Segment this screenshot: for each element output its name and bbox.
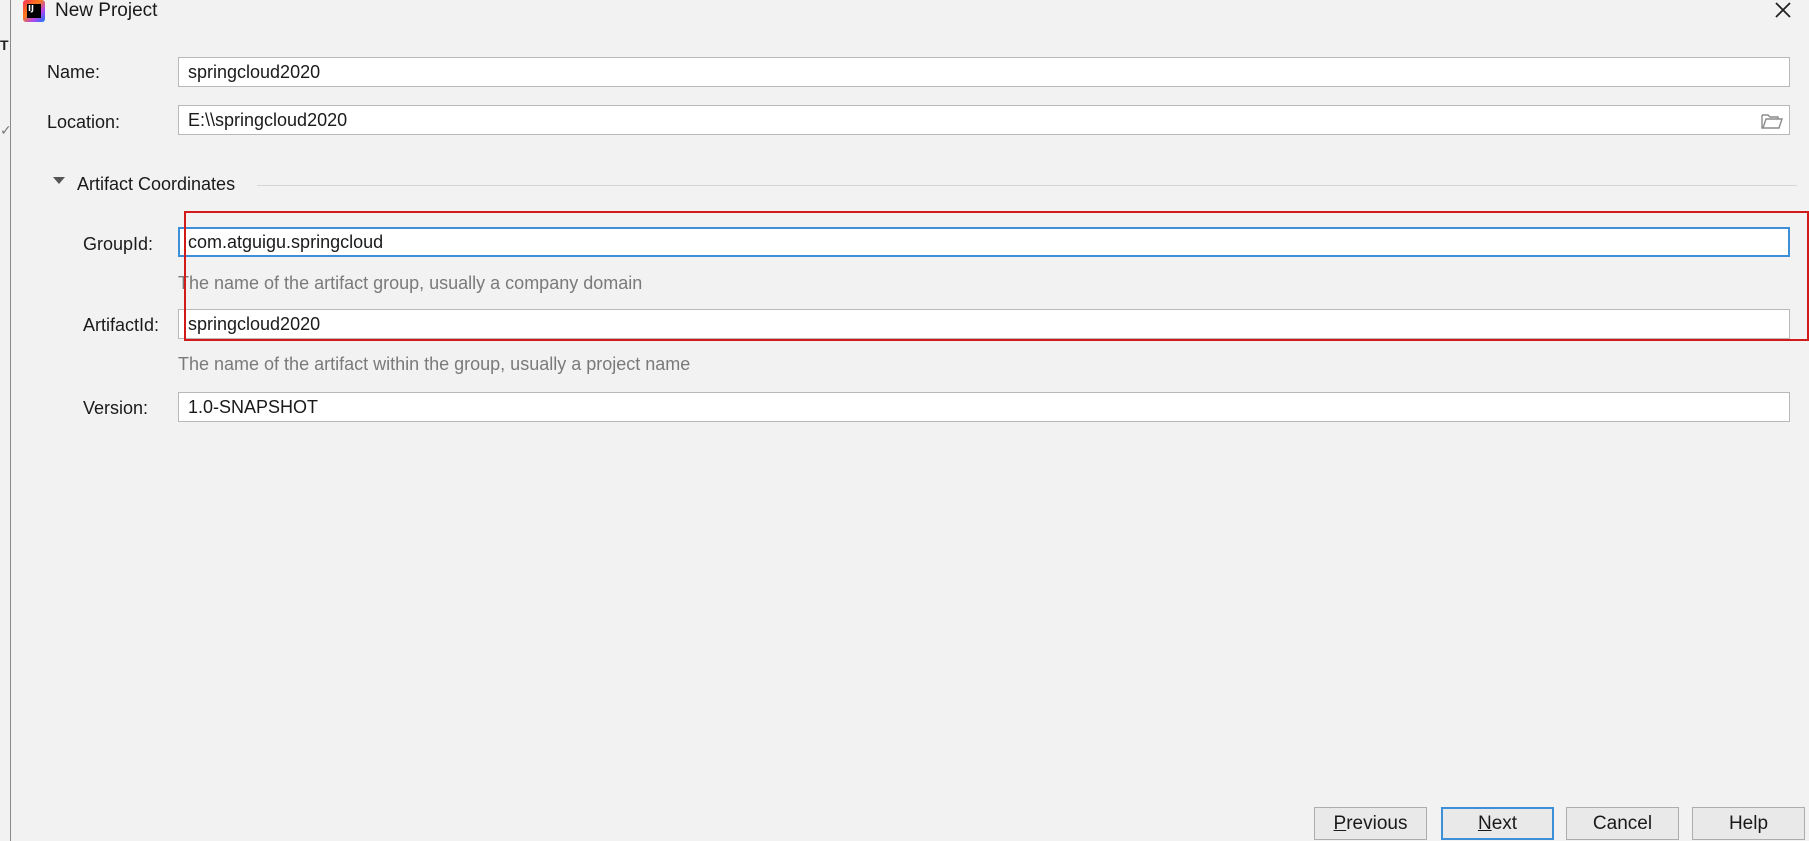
next-button[interactable]: Next — [1441, 807, 1554, 840]
location-input[interactable] — [179, 106, 1789, 134]
previous-label-rest: revious — [1346, 813, 1408, 834]
background-window-edge: T ✓ — [0, 0, 12, 841]
artifactid-hint: The name of the artifact within the grou… — [178, 354, 691, 374]
name-field[interactable] — [178, 57, 1790, 87]
window-title: New Project — [55, 0, 158, 21]
expand-triangle-icon[interactable] — [51, 172, 67, 188]
close-icon — [1775, 2, 1791, 18]
location-label: Location: — [47, 112, 121, 132]
new-project-dialog: IJ New Project Name: Location: Artifact … — [11, 0, 1809, 841]
artifactid-label: ArtifactId: — [83, 315, 160, 335]
intellij-app-icon: IJ — [23, 0, 45, 22]
edge-glyph-letter: T — [0, 37, 9, 53]
groupid-label: GroupId: — [83, 234, 154, 254]
groupid-hint: The name of the artifact group, usually … — [178, 273, 643, 293]
help-button[interactable]: Help — [1692, 807, 1805, 840]
cancel-button[interactable]: Cancel — [1566, 807, 1679, 840]
next-label-rest: ext — [1491, 813, 1518, 834]
artifactid-input[interactable] — [179, 310, 1789, 338]
location-field[interactable] — [178, 105, 1790, 135]
close-button[interactable] — [1771, 0, 1795, 22]
app-icon-text: IJ — [27, 4, 41, 18]
version-label: Version: — [83, 398, 149, 418]
folder-icon[interactable] — [1761, 112, 1783, 129]
title-bar: IJ New Project — [11, 0, 1809, 24]
edge-glyph-check: ✓ — [0, 122, 12, 138]
groupid-field[interactable] — [178, 227, 1790, 257]
help-label: Help — [1728, 813, 1769, 834]
previous-button[interactable]: Previous — [1314, 807, 1427, 840]
version-input[interactable] — [179, 393, 1789, 421]
version-field[interactable] — [178, 392, 1790, 422]
section-divider — [257, 185, 1797, 186]
cancel-label: Cancel — [1592, 813, 1653, 834]
name-input[interactable] — [179, 58, 1789, 86]
next-mnemonic: N — [1477, 813, 1492, 834]
artifactid-field[interactable] — [178, 309, 1790, 339]
previous-mnemonic: P — [1333, 813, 1347, 834]
groupid-input[interactable] — [180, 229, 1788, 255]
section-title-artifact-coordinates: Artifact Coordinates — [77, 174, 236, 194]
name-label: Name: — [47, 62, 101, 82]
